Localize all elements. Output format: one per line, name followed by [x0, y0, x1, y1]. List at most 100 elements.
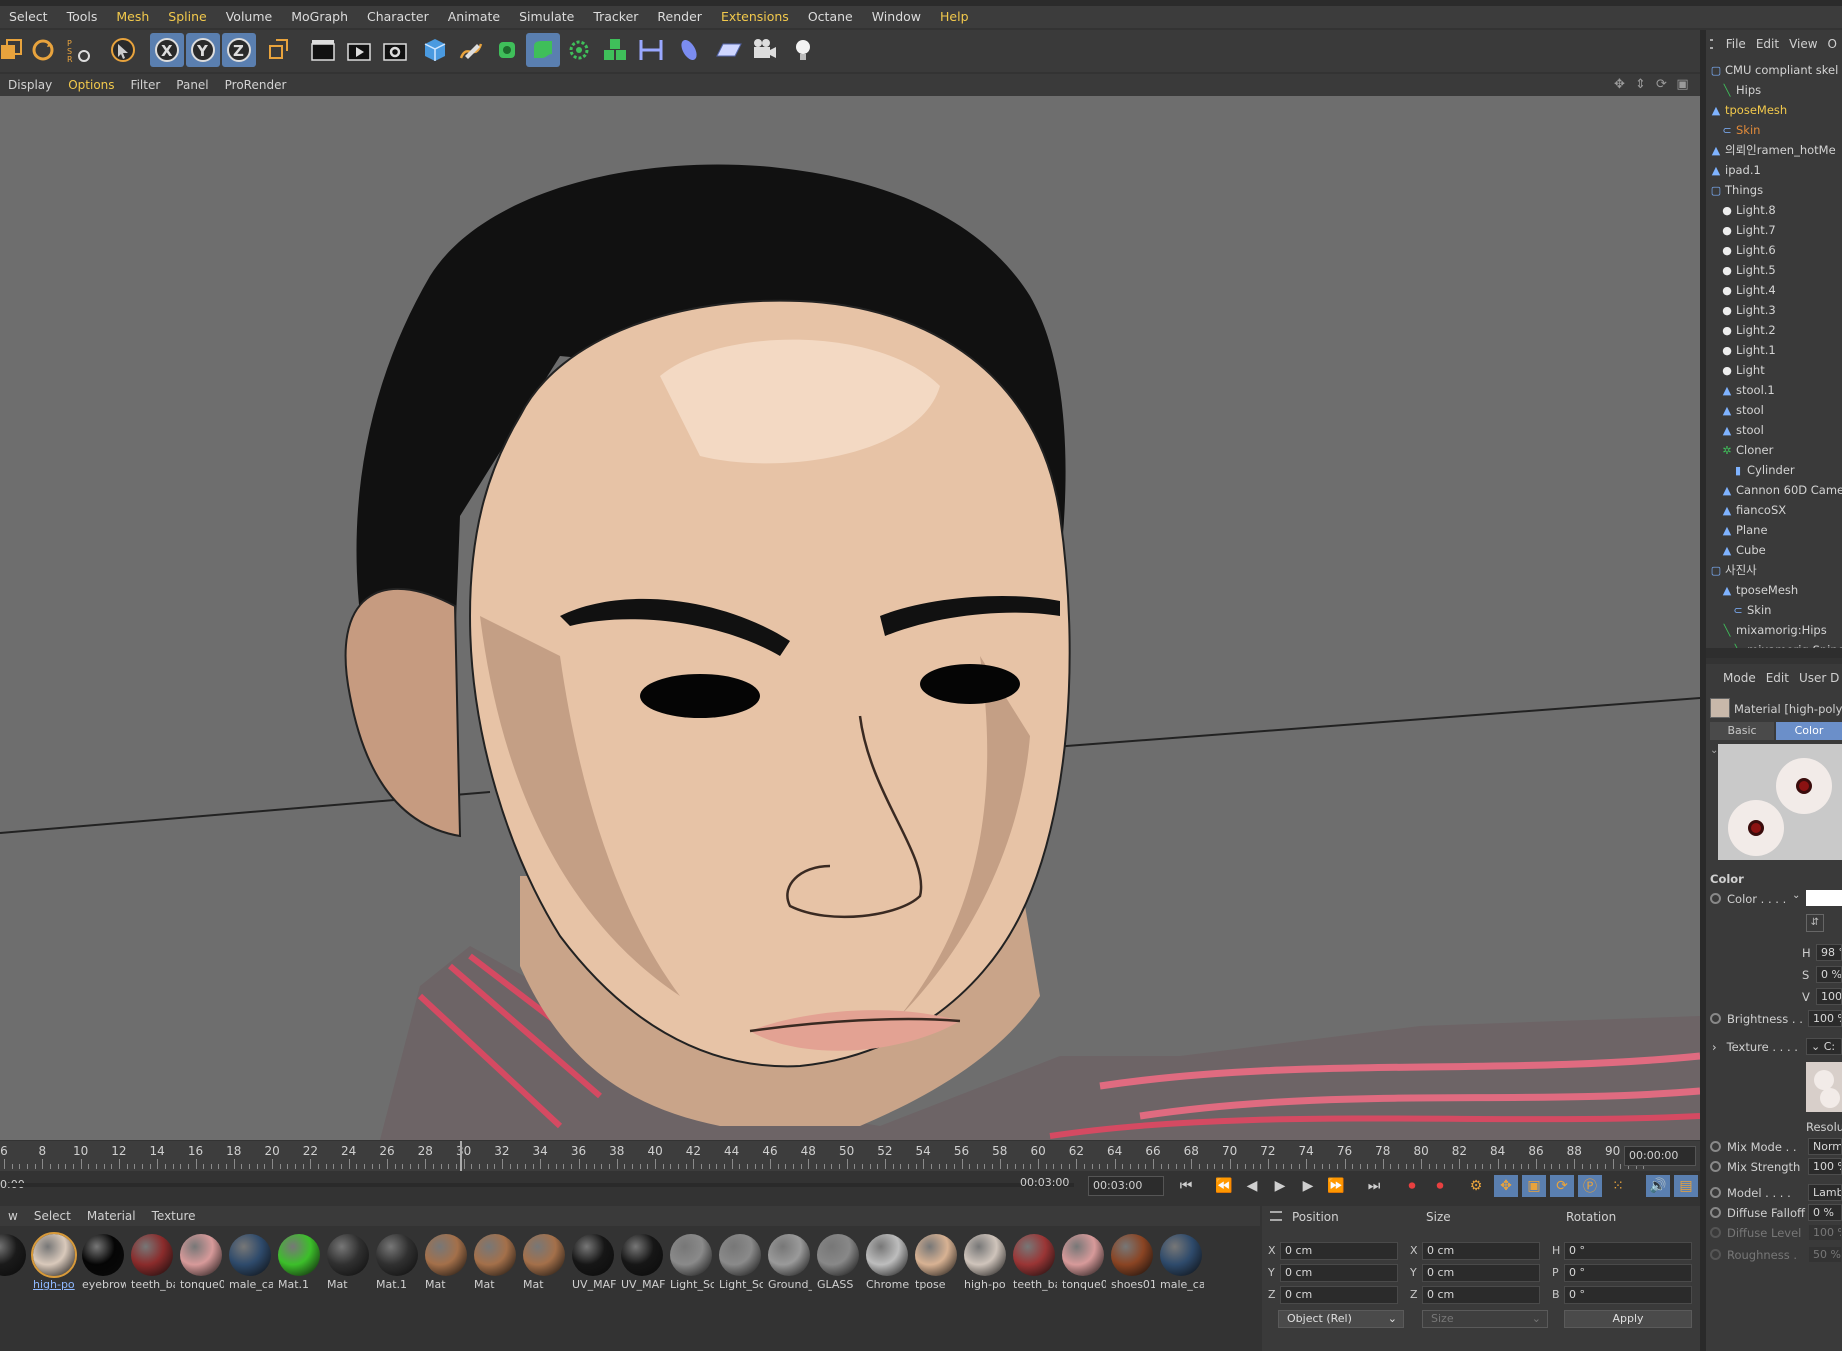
- camera-button[interactable]: [748, 33, 782, 67]
- cube-primitive-button[interactable]: [418, 33, 452, 67]
- rotate-view-icon[interactable]: ⟳: [1654, 77, 1669, 92]
- rotation-b-field[interactable]: 0 °: [1564, 1286, 1692, 1304]
- material-swatch[interactable]: Mat: [423, 1232, 469, 1292]
- object-tree-item[interactable]: ● Light.6: [1721, 240, 1775, 260]
- menu-extensions[interactable]: Extensions: [712, 6, 799, 28]
- previous-key-button[interactable]: ⏪: [1212, 1175, 1236, 1197]
- 3d-viewport[interactable]: [0, 96, 1700, 1140]
- attribute-menu-edit[interactable]: Edit: [1761, 671, 1794, 685]
- material-swatch[interactable]: Mat: [325, 1232, 371, 1292]
- material-swatch[interactable]: male_ca: [227, 1232, 273, 1292]
- timeline-range-slider[interactable]: [8, 1183, 1074, 1187]
- material-swatch[interactable]: Mat: [521, 1232, 567, 1292]
- subdivision-button[interactable]: [490, 33, 524, 67]
- object-tree-item[interactable]: ● Light.5: [1721, 260, 1775, 280]
- object-tree-item[interactable]: ▲ tposeMesh: [1710, 100, 1787, 120]
- material-swatch[interactable]: Light_Sc: [717, 1232, 763, 1292]
- material-menu-texture[interactable]: Texture: [144, 1209, 204, 1223]
- coordinate-mode-select[interactable]: Object (Rel) ⌄: [1278, 1310, 1404, 1328]
- object-tree-item[interactable]: ⊂ Skin: [1732, 600, 1771, 620]
- object-tree-item[interactable]: ● Light.3: [1721, 300, 1775, 320]
- sound-button[interactable]: 🔊: [1646, 1175, 1670, 1197]
- material-swatch[interactable]: tonque0: [178, 1232, 224, 1292]
- range-end-field[interactable]: 00:03:00: [1016, 1174, 1076, 1194]
- playhead[interactable]: [460, 1141, 462, 1171]
- autokey-button[interactable]: ⏺: [1428, 1175, 1452, 1197]
- attribute-menu-user-d[interactable]: User D: [1794, 671, 1842, 685]
- animate-radio-icon[interactable]: [1710, 1187, 1721, 1198]
- object-tree-item[interactable]: ▲ Cannon 60D Came: [1721, 480, 1842, 500]
- object-tree-item[interactable]: ● Light.2: [1721, 320, 1775, 340]
- animate-radio-icon[interactable]: [1710, 1207, 1721, 1218]
- material-swatch[interactable]: male_ca: [1158, 1232, 1204, 1292]
- mograph-button[interactable]: [598, 33, 632, 67]
- menu-select[interactable]: Select: [0, 6, 58, 28]
- object-tree-item[interactable]: ● Light.4: [1721, 280, 1775, 300]
- color-swatch[interactable]: [1806, 890, 1842, 906]
- position-x-field[interactable]: 0 cm: [1280, 1242, 1398, 1260]
- object-tree-item[interactable]: ● Light.1: [1721, 340, 1775, 360]
- z-axis-button[interactable]: Z: [222, 33, 256, 67]
- mix-strength-field[interactable]: 100 %: [1808, 1158, 1842, 1175]
- panel-menu-icon[interactable]: [1710, 39, 1713, 49]
- generator-button[interactable]: [526, 33, 560, 67]
- animate-radio-icon[interactable]: [1710, 1013, 1721, 1024]
- color-picker-icon[interactable]: ⇵: [1806, 914, 1824, 932]
- previous-frame-button[interactable]: ◀: [1240, 1175, 1264, 1197]
- object-tree-item[interactable]: ╲ Hips: [1721, 80, 1761, 100]
- key-rotation-button[interactable]: ⟳: [1550, 1175, 1574, 1197]
- viewport-menu-filter[interactable]: Filter: [123, 74, 169, 96]
- saturation-field[interactable]: 0 %: [1816, 966, 1842, 983]
- material-swatch[interactable]: high-po: [31, 1232, 77, 1292]
- hue-field[interactable]: 98 °: [1816, 944, 1842, 961]
- render-view-button[interactable]: [306, 33, 340, 67]
- next-key-button[interactable]: ⏩: [1324, 1175, 1348, 1197]
- material-swatch[interactable]: eyebrow: [80, 1232, 126, 1292]
- object-scrollbar[interactable]: [1706, 648, 1842, 658]
- object-menu-edit[interactable]: Edit: [1751, 37, 1784, 51]
- menu-animate[interactable]: Animate: [439, 6, 510, 28]
- go-to-start-button[interactable]: ⏮: [1174, 1175, 1198, 1197]
- expand-arrow-icon[interactable]: ›: [1712, 1040, 1717, 1054]
- animate-radio-icon[interactable]: [1710, 1141, 1721, 1152]
- play-button[interactable]: ▶: [1268, 1175, 1292, 1197]
- object-tree-item[interactable]: ▲ ipad.1: [1710, 160, 1761, 180]
- tab-basic[interactable]: Basic: [1710, 722, 1774, 740]
- menu-character[interactable]: Character: [358, 6, 439, 28]
- tab-color[interactable]: Color: [1776, 722, 1842, 740]
- material-swatch[interactable]: tonque0: [1060, 1232, 1106, 1292]
- current-time-field[interactable]: 00:00:00: [1624, 1146, 1696, 1166]
- zoom-view-icon[interactable]: ⇕: [1633, 77, 1648, 92]
- x-axis-button[interactable]: X: [150, 33, 184, 67]
- texture-field[interactable]: ⌄ C:: [1806, 1038, 1842, 1055]
- material-swatch[interactable]: tpose: [913, 1232, 959, 1292]
- brightness-field[interactable]: 100 %: [1808, 1010, 1842, 1027]
- object-tree-item[interactable]: ▲ fiancoSX: [1721, 500, 1786, 520]
- film-button[interactable]: ▤: [1674, 1175, 1698, 1197]
- keyframe-selection-button[interactable]: ⚙: [1464, 1175, 1488, 1197]
- y-axis-button[interactable]: Y: [186, 33, 220, 67]
- key-position-button[interactable]: ✥: [1494, 1175, 1518, 1197]
- animate-radio-icon[interactable]: [1710, 893, 1721, 904]
- object-tree-item[interactable]: ⊂ Skin: [1721, 120, 1760, 140]
- floor-button[interactable]: [712, 33, 746, 67]
- diffuse-falloff-field[interactable]: 0 %: [1808, 1204, 1842, 1221]
- size-y-field[interactable]: 0 cm: [1422, 1264, 1540, 1282]
- maximize-view-icon[interactable]: ▣: [1675, 77, 1690, 92]
- deformer-button[interactable]: [634, 33, 668, 67]
- object-tree-item[interactable]: ▲ stool: [1721, 400, 1764, 420]
- object-tree-item[interactable]: ▮ Cylinder: [1732, 460, 1795, 480]
- rotation-h-field[interactable]: 0 °: [1564, 1242, 1692, 1260]
- material-swatch[interactable]: teeth_ba: [1011, 1232, 1057, 1292]
- animate-radio-icon[interactable]: [1710, 1249, 1721, 1260]
- material-swatch[interactable]: GLASS: [815, 1232, 861, 1292]
- menu-mograph[interactable]: MoGraph: [282, 6, 358, 28]
- object-tree-item[interactable]: ▲ Plane: [1721, 520, 1768, 540]
- field-button[interactable]: [672, 33, 706, 67]
- attribute-menu-mode[interactable]: Mode: [1718, 671, 1761, 685]
- max-time-field[interactable]: 00:03:00: [1088, 1176, 1164, 1196]
- next-frame-button[interactable]: ▶: [1296, 1175, 1320, 1197]
- apply-button[interactable]: Apply: [1564, 1310, 1692, 1328]
- menu-volume[interactable]: Volume: [217, 6, 283, 28]
- menu-simulate[interactable]: Simulate: [510, 6, 584, 28]
